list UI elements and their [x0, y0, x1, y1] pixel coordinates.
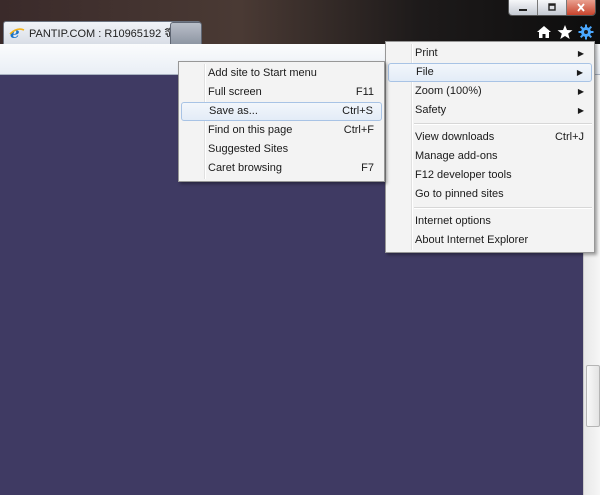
menu-item-about-ie[interactable]: About Internet Explorer	[388, 231, 592, 250]
close-icon	[577, 3, 585, 12]
minimize-icon	[519, 9, 527, 11]
menu-item-suggested-sites[interactable]: Suggested Sites	[181, 140, 382, 159]
menu-separator	[414, 207, 592, 209]
menu-item-print[interactable]: Print ▶	[388, 44, 592, 63]
menu-item-full-screen[interactable]: Full screen F11	[181, 83, 382, 102]
scrollbar-thumb[interactable]	[586, 365, 600, 427]
close-button[interactable]	[567, 0, 595, 15]
maximize-icon	[548, 3, 556, 11]
ie-logo-icon: e	[9, 24, 25, 42]
menu-item-view-downloads[interactable]: View downloads Ctrl+J	[388, 128, 592, 147]
window-controls	[508, 0, 596, 16]
file-submenu: Add site to Start menu Full screen F11 S…	[178, 61, 385, 182]
menu-item-manage-addons[interactable]: Manage add-ons	[388, 147, 592, 166]
chevron-right-icon: ▶	[577, 87, 584, 96]
chevron-right-icon: ▶	[577, 106, 584, 115]
chevron-right-icon: ▶	[577, 49, 584, 58]
menu-item-add-to-start[interactable]: Add site to Start menu	[181, 64, 382, 83]
gear-icon[interactable]	[578, 24, 594, 40]
home-icon[interactable]	[536, 24, 552, 40]
menu-item-internet-options[interactable]: Internet options	[388, 212, 592, 231]
menu-item-find[interactable]: Find on this page Ctrl+F	[181, 121, 382, 140]
tab-title: PANTIP.COM : R10965192 จีวีจ...	[29, 28, 193, 40]
menu-item-pinned-sites[interactable]: Go to pinned sites	[388, 185, 592, 204]
menu-item-f12-tools[interactable]: F12 developer tools	[388, 166, 592, 185]
menu-item-zoom[interactable]: Zoom (100%) ▶	[388, 82, 592, 101]
menu-separator	[414, 123, 592, 125]
new-tab-button[interactable]	[170, 22, 202, 44]
tools-menu: Print ▶ File ▶ Zoom (100%) ▶ Safety ▶ Vi…	[385, 41, 595, 253]
maximize-button[interactable]	[538, 0, 567, 15]
chevron-right-icon: ▶	[576, 68, 583, 77]
menu-item-caret-browsing[interactable]: Caret browsing F7	[181, 159, 382, 178]
menu-item-safety[interactable]: Safety ▶	[388, 101, 592, 120]
menu-item-file[interactable]: File ▶	[388, 63, 592, 82]
menu-item-save-as[interactable]: Save as... Ctrl+S	[181, 102, 382, 121]
star-icon[interactable]	[557, 24, 573, 40]
minimize-button[interactable]	[509, 0, 538, 15]
